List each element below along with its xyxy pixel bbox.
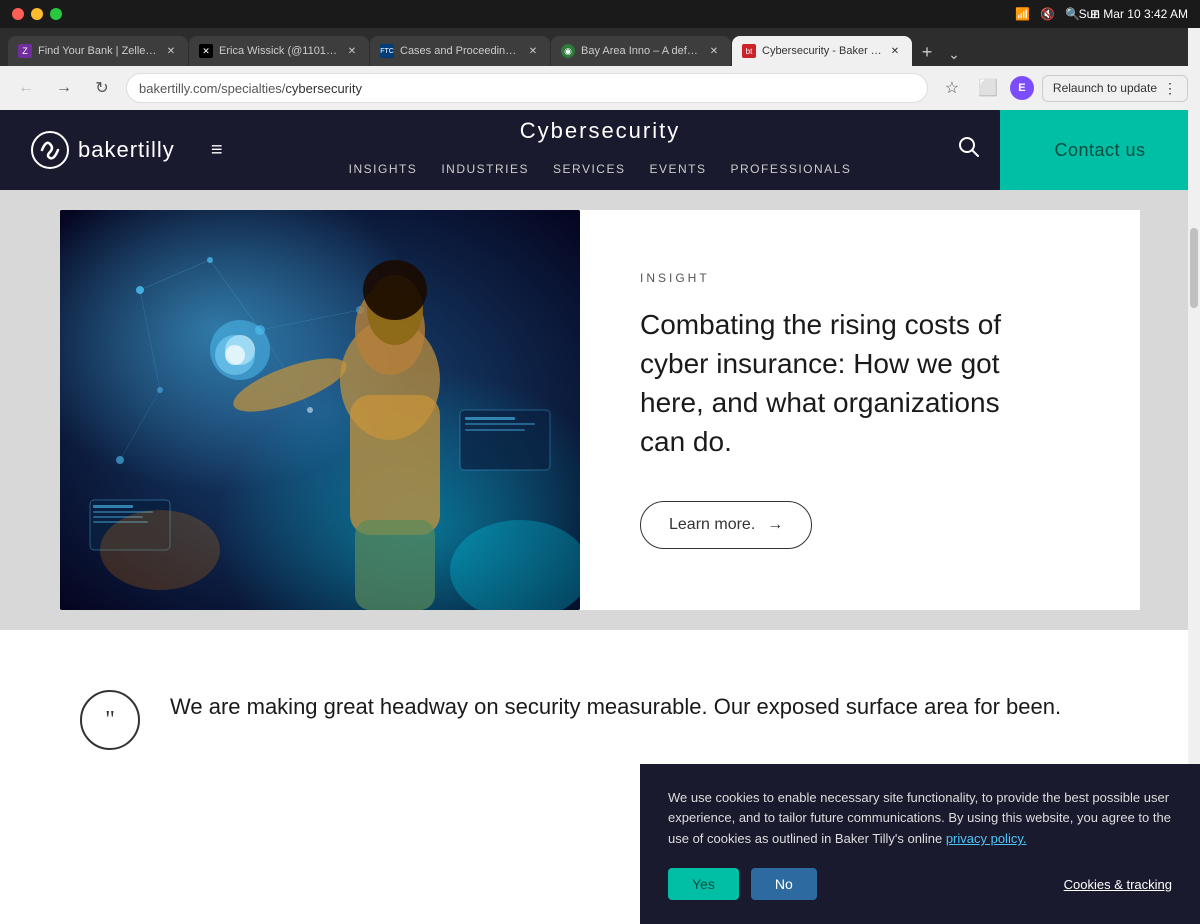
cookie-actions: Yes No Cookies & tracking xyxy=(668,868,1172,900)
relaunch-menu-icon: ⋮ xyxy=(1163,80,1177,97)
tab-close-ftc[interactable]: ✕ xyxy=(526,44,540,58)
traffic-lights xyxy=(12,8,62,20)
quote-text: We are making great headway on security … xyxy=(170,690,1061,723)
minimize-button[interactable] xyxy=(31,8,43,20)
tab-bakertilly[interactable]: bt Cybersecurity - Baker Tilly… ✕ xyxy=(732,36,912,66)
cookie-no-button[interactable]: No xyxy=(751,868,817,900)
address-actions: ☆ ⬜ E Relaunch to update ⋮ xyxy=(938,74,1188,102)
tab-title-ftc: Cases and Proceedings |… xyxy=(400,45,520,57)
tab-close-bt[interactable]: ✕ xyxy=(888,44,902,58)
fullscreen-button[interactable] xyxy=(50,8,62,20)
cookies-tracking-link[interactable]: Cookies & tracking xyxy=(1064,877,1172,892)
nav-events[interactable]: EVENTS xyxy=(649,162,706,176)
address-bar: ← → ↻ bakertilly.com/specialties/cyberse… xyxy=(0,66,1200,110)
url-text: bakertilly.com/specialties/cybersecurity xyxy=(139,81,362,96)
url-domain: cybersecurity xyxy=(285,81,362,96)
page-title: Cybersecurity xyxy=(520,118,680,144)
close-button[interactable] xyxy=(12,8,24,20)
hero-section: INSIGHT Combating the rising costs of cy… xyxy=(0,190,1200,630)
cookie-text: We use cookies to enable necessary site … xyxy=(668,788,1172,850)
macos-bar: 📶 🔇 🔍 ⊞ Sun Mar 10 3:42 AM xyxy=(0,0,1200,28)
tab-favicon-x: ✕ xyxy=(199,44,213,58)
logo-area: bakertilly ≡ xyxy=(30,130,222,170)
tab-x[interactable]: ✕ Erica Wissick (@11010eric… ✕ xyxy=(189,36,369,66)
wifi-icon: 📶 xyxy=(1015,7,1030,21)
tab-expand-button[interactable]: ⌄ xyxy=(942,42,966,66)
tab-favicon-bt: bt xyxy=(742,44,756,58)
hero-title: Combating the rising costs of cyber insu… xyxy=(640,305,1020,462)
profile-badge[interactable]: E xyxy=(1010,76,1034,100)
relaunch-label: Relaunch to update xyxy=(1053,81,1157,95)
learn-more-label: Learn more. xyxy=(669,516,755,534)
nav-links: INSIGHTS INDUSTRIES SERVICES EVENTS PROF… xyxy=(349,162,852,176)
tab-close-bay[interactable]: ✕ xyxy=(707,44,721,58)
quote-mark: " xyxy=(80,690,140,750)
tab-close-zelle[interactable]: ✕ xyxy=(164,44,178,58)
url-path: bakertilly.com/specialties/ xyxy=(139,81,285,96)
url-bar[interactable]: bakertilly.com/specialties/cybersecurity xyxy=(126,73,928,103)
tab-bay[interactable]: ◉ Bay Area Inno – A defunct… ✕ xyxy=(551,36,731,66)
arrow-icon: → xyxy=(767,516,783,534)
tab-close-x[interactable]: ✕ xyxy=(345,44,359,58)
learn-more-button[interactable]: Learn more. → xyxy=(640,501,812,549)
tab-zelle[interactable]: Z Find Your Bank | Zelle En… ✕ xyxy=(8,36,188,66)
tab-title-x: Erica Wissick (@11010eric… xyxy=(219,45,339,57)
scrollbar-thumb[interactable] xyxy=(1190,228,1198,308)
site-logo[interactable]: bakertilly xyxy=(30,130,175,170)
forward-button[interactable]: → xyxy=(50,74,78,102)
tab-favicon-bay: ◉ xyxy=(561,44,575,58)
contact-label: Contact us xyxy=(1054,140,1145,161)
tab-title-bay: Bay Area Inno – A defunct… xyxy=(581,45,701,57)
nav-industries[interactable]: INDUSTRIES xyxy=(441,162,529,176)
bookmark-icon[interactable]: ☆ xyxy=(938,74,966,102)
site-header: bakertilly ≡ Cybersecurity INSIGHTS INDU… xyxy=(0,110,1200,190)
cookie-yes-button[interactable]: Yes xyxy=(668,868,739,900)
privacy-policy-link[interactable]: privacy policy. xyxy=(946,831,1027,846)
tab-favicon-zelle: Z xyxy=(18,44,32,58)
site-search-icon[interactable] xyxy=(958,136,980,164)
back-button[interactable]: ← xyxy=(12,74,40,102)
tab-title-bt: Cybersecurity - Baker Tilly… xyxy=(762,45,882,57)
insight-label: INSIGHT xyxy=(640,271,1080,285)
hero-content: INSIGHT Combating the rising costs of cy… xyxy=(580,210,1140,610)
tab-favicon-ftc: FTC xyxy=(380,44,394,58)
logo-icon xyxy=(30,130,70,170)
tab-title-zelle: Find Your Bank | Zelle En… xyxy=(38,45,158,57)
nav-insights[interactable]: INSIGHTS xyxy=(349,162,418,176)
reload-button[interactable]: ↻ xyxy=(88,74,116,102)
cookie-banner: We use cookies to enable necessary site … xyxy=(640,764,1200,924)
nav-professionals[interactable]: PROFESSIONALS xyxy=(730,162,851,176)
system-time: Sun Mar 10 3:42 AM xyxy=(1079,7,1188,21)
logo-text: bakertilly xyxy=(78,137,175,163)
hero-svg xyxy=(60,210,580,610)
split-view-icon[interactable]: ⬜ xyxy=(974,74,1002,102)
tab-ftc[interactable]: FTC Cases and Proceedings |… ✕ xyxy=(370,36,550,66)
volume-icon: 🔇 xyxy=(1040,7,1055,21)
hero-image xyxy=(60,210,580,610)
relaunch-button[interactable]: Relaunch to update ⋮ xyxy=(1042,75,1188,102)
tab-bar: Z Find Your Bank | Zelle En… ✕ ✕ Erica W… xyxy=(0,28,1200,66)
hamburger-menu[interactable]: ≡ xyxy=(211,139,223,162)
contact-button[interactable]: Contact us xyxy=(1000,110,1200,190)
new-tab-button[interactable]: + xyxy=(913,38,941,66)
nav-services[interactable]: SERVICES xyxy=(553,162,625,176)
